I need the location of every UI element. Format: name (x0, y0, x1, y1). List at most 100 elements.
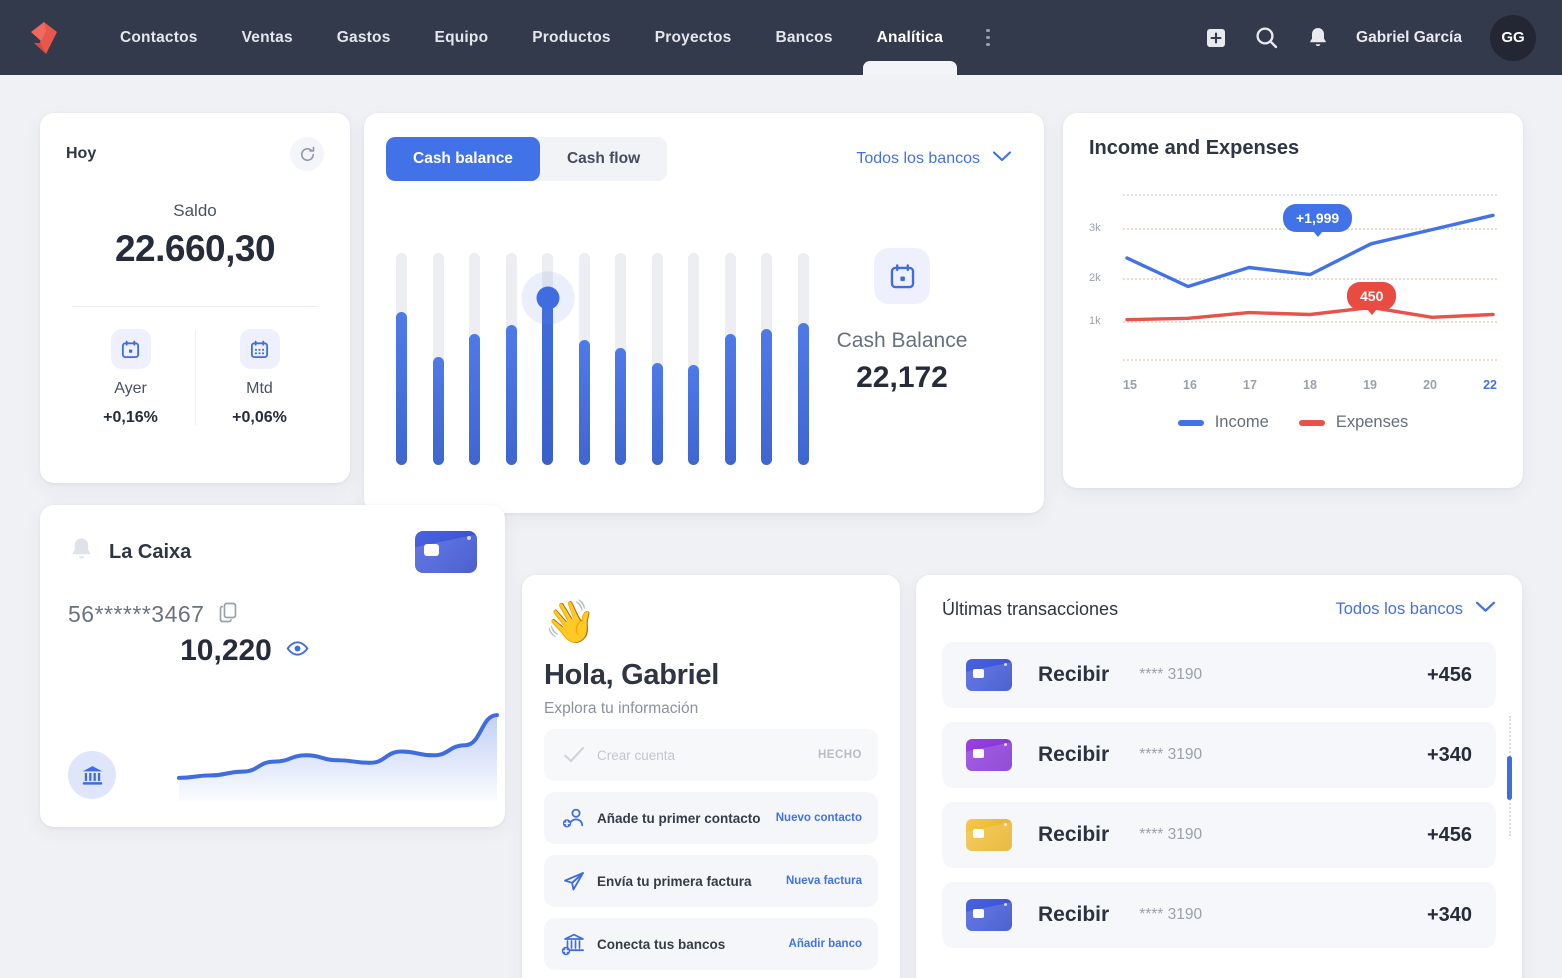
transaction-amount: +456 (1427, 824, 1472, 847)
hoy-header: Hoy (66, 137, 324, 171)
nav-item-analitica[interactable]: Analítica (855, 0, 965, 75)
legend-item-expenses: Expenses (1299, 413, 1408, 432)
transactions-scrollbar[interactable] (1507, 716, 1512, 836)
nav-item-ventas[interactable]: Ventas (220, 0, 315, 75)
copy-icon[interactable] (218, 601, 238, 628)
cash-bar-fill (469, 334, 480, 465)
series-line-expenses (1127, 307, 1493, 319)
nav-item-contactos[interactable]: Contactos (98, 0, 220, 75)
transactions-title: Últimas transacciones (942, 599, 1118, 620)
task-crear-cuenta[interactable]: Crear cuenta HECHO (544, 729, 878, 781)
add-contact-icon (560, 807, 588, 829)
calendar-day-icon (874, 248, 930, 304)
cash-bar-fill (761, 329, 772, 465)
nav-item-proyectos[interactable]: Proyectos (633, 0, 754, 75)
credit-card-icon (966, 819, 1012, 851)
cash-bar-handle[interactable] (536, 286, 559, 309)
transactions-bank-filter[interactable]: Todos los bancos (1336, 600, 1497, 619)
task-action[interactable]: Añadir banco (789, 938, 862, 950)
transaction-amount: +456 (1427, 664, 1472, 687)
search-icon[interactable] (1254, 25, 1280, 51)
cash-bar[interactable] (506, 253, 517, 465)
caixa-sparkline-area (179, 715, 497, 801)
transaction-row[interactable]: Recibir**** 3190+456 (942, 802, 1496, 868)
cash-balance-card: Cash balance Cash flow Todos los bancos (364, 113, 1044, 513)
task-status: HECHO (818, 749, 862, 761)
y-tick-1k: 1k (1089, 315, 1101, 327)
cash-bar[interactable] (798, 253, 809, 465)
cash-bank-filter-label: Todos los bancos (856, 150, 980, 168)
stat-value: +0,06% (232, 409, 287, 427)
calendar-month-icon (240, 329, 280, 369)
transaction-row[interactable]: Recibir**** 3190+340 (942, 882, 1496, 948)
caixa-sparkline-area (68, 685, 505, 805)
task-label: Crear cuenta (597, 748, 675, 763)
legend-label: Income (1215, 413, 1269, 432)
account-number: 56******3467 (68, 601, 204, 628)
legend-swatch-expenses (1299, 420, 1325, 426)
tab-cash-flow[interactable]: Cash flow (540, 137, 667, 181)
cash-bar[interactable] (433, 253, 444, 465)
x-tick: 18 (1303, 378, 1317, 392)
cash-bar[interactable] (396, 253, 407, 465)
income-expenses-title: Income and Expenses (1089, 137, 1497, 160)
cash-bar[interactable] (469, 253, 480, 465)
income-expenses-legend: Income Expenses (1089, 413, 1497, 432)
task-anade-contacto[interactable]: Añade tu primer contacto Nuevo contacto (544, 792, 878, 844)
nav-item-equipo[interactable]: Equipo (413, 0, 511, 75)
expenses-tooltip: 450 (1347, 282, 1396, 310)
task-envia-factura[interactable]: Envía tu primera factura Nueva factura (544, 855, 878, 907)
avatar[interactable]: GG (1490, 15, 1536, 61)
nav-item-gastos[interactable]: Gastos (315, 0, 413, 75)
bank-name: La Caixa (109, 541, 191, 564)
scrollbar-thumb[interactable] (1507, 756, 1512, 800)
x-axis: 15 16 17 18 19 20 22 (1123, 378, 1497, 392)
cash-bar-fill (433, 357, 444, 465)
transaction-row[interactable]: Recibir**** 3190+340 (942, 722, 1496, 788)
waving-hand-icon: 👋 (544, 601, 878, 643)
saldo-label: Saldo (66, 201, 324, 221)
cash-bar[interactable] (542, 253, 553, 465)
task-label: Añade tu primer contacto (597, 811, 761, 826)
refresh-icon[interactable] (290, 137, 324, 171)
dashboard-content: Hoy Saldo 22.660,30 (0, 75, 1562, 978)
income-expenses-card: Income and Expenses 3k 2k 1k +1,999 450 … (1063, 113, 1523, 488)
credit-card-icon (415, 531, 477, 573)
navbar-actions: Gabriel García GG (1204, 15, 1536, 61)
cash-header: Cash balance Cash flow Todos los bancos (386, 137, 1022, 181)
transactions-bank-filter-label: Todos los bancos (1336, 600, 1464, 619)
bell-icon[interactable] (68, 535, 95, 569)
cash-summary-value: 22,172 (856, 361, 948, 395)
cash-bar[interactable] (725, 253, 736, 465)
cash-bar[interactable] (761, 253, 772, 465)
hoy-stats: Ayer +0,16% (66, 329, 324, 427)
bell-icon[interactable] (1306, 25, 1330, 51)
logo-diamond-icon[interactable] (26, 21, 62, 55)
plus-square-icon[interactable] (1204, 26, 1228, 50)
app-root: Contactos Ventas Gastos Equipo Productos… (0, 0, 1562, 978)
legend-item-income: Income (1178, 413, 1269, 432)
more-vertical-icon[interactable] (971, 0, 1005, 75)
stat-label: Mtd (246, 380, 273, 398)
nav-item-bancos[interactable]: Bancos (753, 0, 854, 75)
tab-cash-balance[interactable]: Cash balance (386, 137, 540, 181)
nav-links: Contactos Ventas Gastos Equipo Productos… (98, 0, 1005, 75)
task-conecta-bancos[interactable]: Conecta tus bancos Añadir banco (544, 918, 878, 970)
nav-item-productos[interactable]: Productos (510, 0, 632, 75)
hoy-stat-ayer: Ayer +0,16% (66, 329, 195, 427)
caixa-sparkline (176, 687, 504, 805)
transaction-row[interactable]: Recibir**** 3190+456 (942, 642, 1496, 708)
stat-label: Ayer (114, 380, 147, 398)
cash-bar[interactable] (688, 253, 699, 465)
cash-summary: Cash Balance 22,172 (812, 248, 992, 395)
cash-bar[interactable] (652, 253, 663, 465)
cash-bar-fill (506, 325, 517, 465)
eye-icon[interactable] (286, 640, 309, 662)
x-tick: 17 (1243, 378, 1257, 392)
task-action[interactable]: Nuevo contacto (776, 812, 862, 824)
task-action[interactable]: Nueva factura (786, 875, 862, 887)
cash-bar[interactable] (615, 253, 626, 465)
cash-bank-filter[interactable]: Todos los bancos (856, 150, 1022, 168)
cash-bar[interactable] (579, 253, 590, 465)
y-tick-3k: 3k (1089, 222, 1101, 234)
